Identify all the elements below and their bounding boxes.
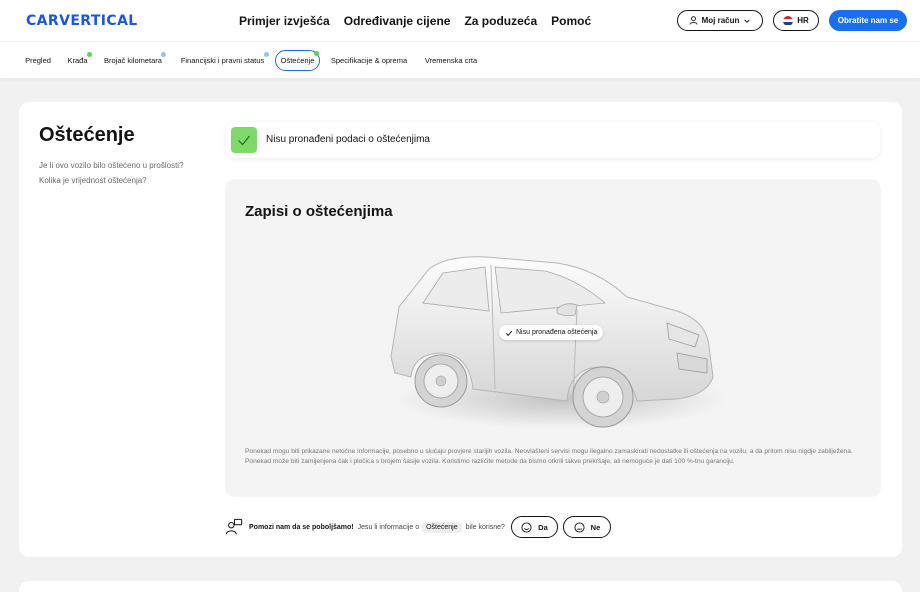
tab-theft[interactable]: Krađa [63,50,92,71]
smile-icon [521,521,532,533]
disclaimer-text: Ponekad mogu biti prikazane netočne info… [245,448,853,465]
nav-pricing[interactable]: Određivanje cijene [344,14,451,28]
car-illustration [390,256,727,429]
feedback-topic-chip: Oštećenje [422,521,462,533]
feedback-bar: Pomozi nam da se poboljšamo! Jesu li inf… [225,516,611,538]
tab-specifications[interactable]: Specifikacije & oprema [327,50,411,71]
section-description: Je li ovo vozilo bilo oštećeno u prošlos… [39,161,184,185]
feedback-question: Jesu li informacije o [357,523,420,531]
check-icon [231,127,257,153]
damage-records-panel: Zapisi o oštećenjima Nisu pronađena ošte… [225,179,881,497]
nav-sample-report[interactable]: Primjer izvješća [239,14,330,28]
neutral-face-icon [574,521,585,533]
user-icon [689,16,698,25]
records-title: Zapisi o oštećenjima [245,203,393,220]
section-tabs: Pregled Krađa Brojač kilometara Financij… [0,42,920,78]
status-dot [87,52,92,57]
tab-financial-legal[interactable]: Financijski i pravni status [175,50,270,71]
nav-help[interactable]: Pomoć [551,14,591,28]
feedback-person-icon [225,518,243,535]
status-dot [264,52,269,57]
feedback-no-button[interactable]: Ne [562,516,611,538]
no-damage-banner: Nisu pronađeni podaci o oštećenjima [226,122,880,158]
language-label: HR [797,16,809,25]
feedback-question-end: bile korisne? [465,523,505,531]
check-icon [505,330,513,336]
feedback-yes-button[interactable]: Da [510,516,558,538]
main-nav: Primjer izvješća Određivanje cijene Za p… [239,14,591,28]
next-section-card [19,581,902,592]
no-damage-tag: Nisu pronađena oštećenja [499,325,604,340]
damage-section-card: Oštećenje Je li ovo vozilo bilo oštećeno… [19,102,902,557]
account-label: Moj račun [701,16,740,25]
language-button[interactable]: HR [773,10,819,31]
status-dot [314,51,319,56]
feedback-heading: Pomozi nam da se poboljšamo! [249,523,354,531]
banner-text: Nisu pronađeni podaci o oštećenjima [266,134,430,145]
croatia-flag-icon [783,15,794,26]
tab-overview[interactable]: Pregled [20,50,56,71]
tab-damage[interactable]: Oštećenje [275,50,320,71]
tab-odometer[interactable]: Brojač kilometara [99,50,167,71]
chevron-down-icon [744,18,751,23]
contact-button[interactable]: Obratite nam se [829,10,907,31]
tab-timeline[interactable]: Vremenska crta [420,50,482,71]
logo[interactable]: CARVERTICAL [26,13,138,29]
nav-business[interactable]: Za poduzeća [464,14,537,28]
account-button[interactable]: Moj račun [677,10,763,31]
status-dot [161,52,166,57]
section-title: Oštećenje [39,124,135,146]
top-header: CARVERTICAL Primjer izvješća Određivanje… [0,0,920,42]
